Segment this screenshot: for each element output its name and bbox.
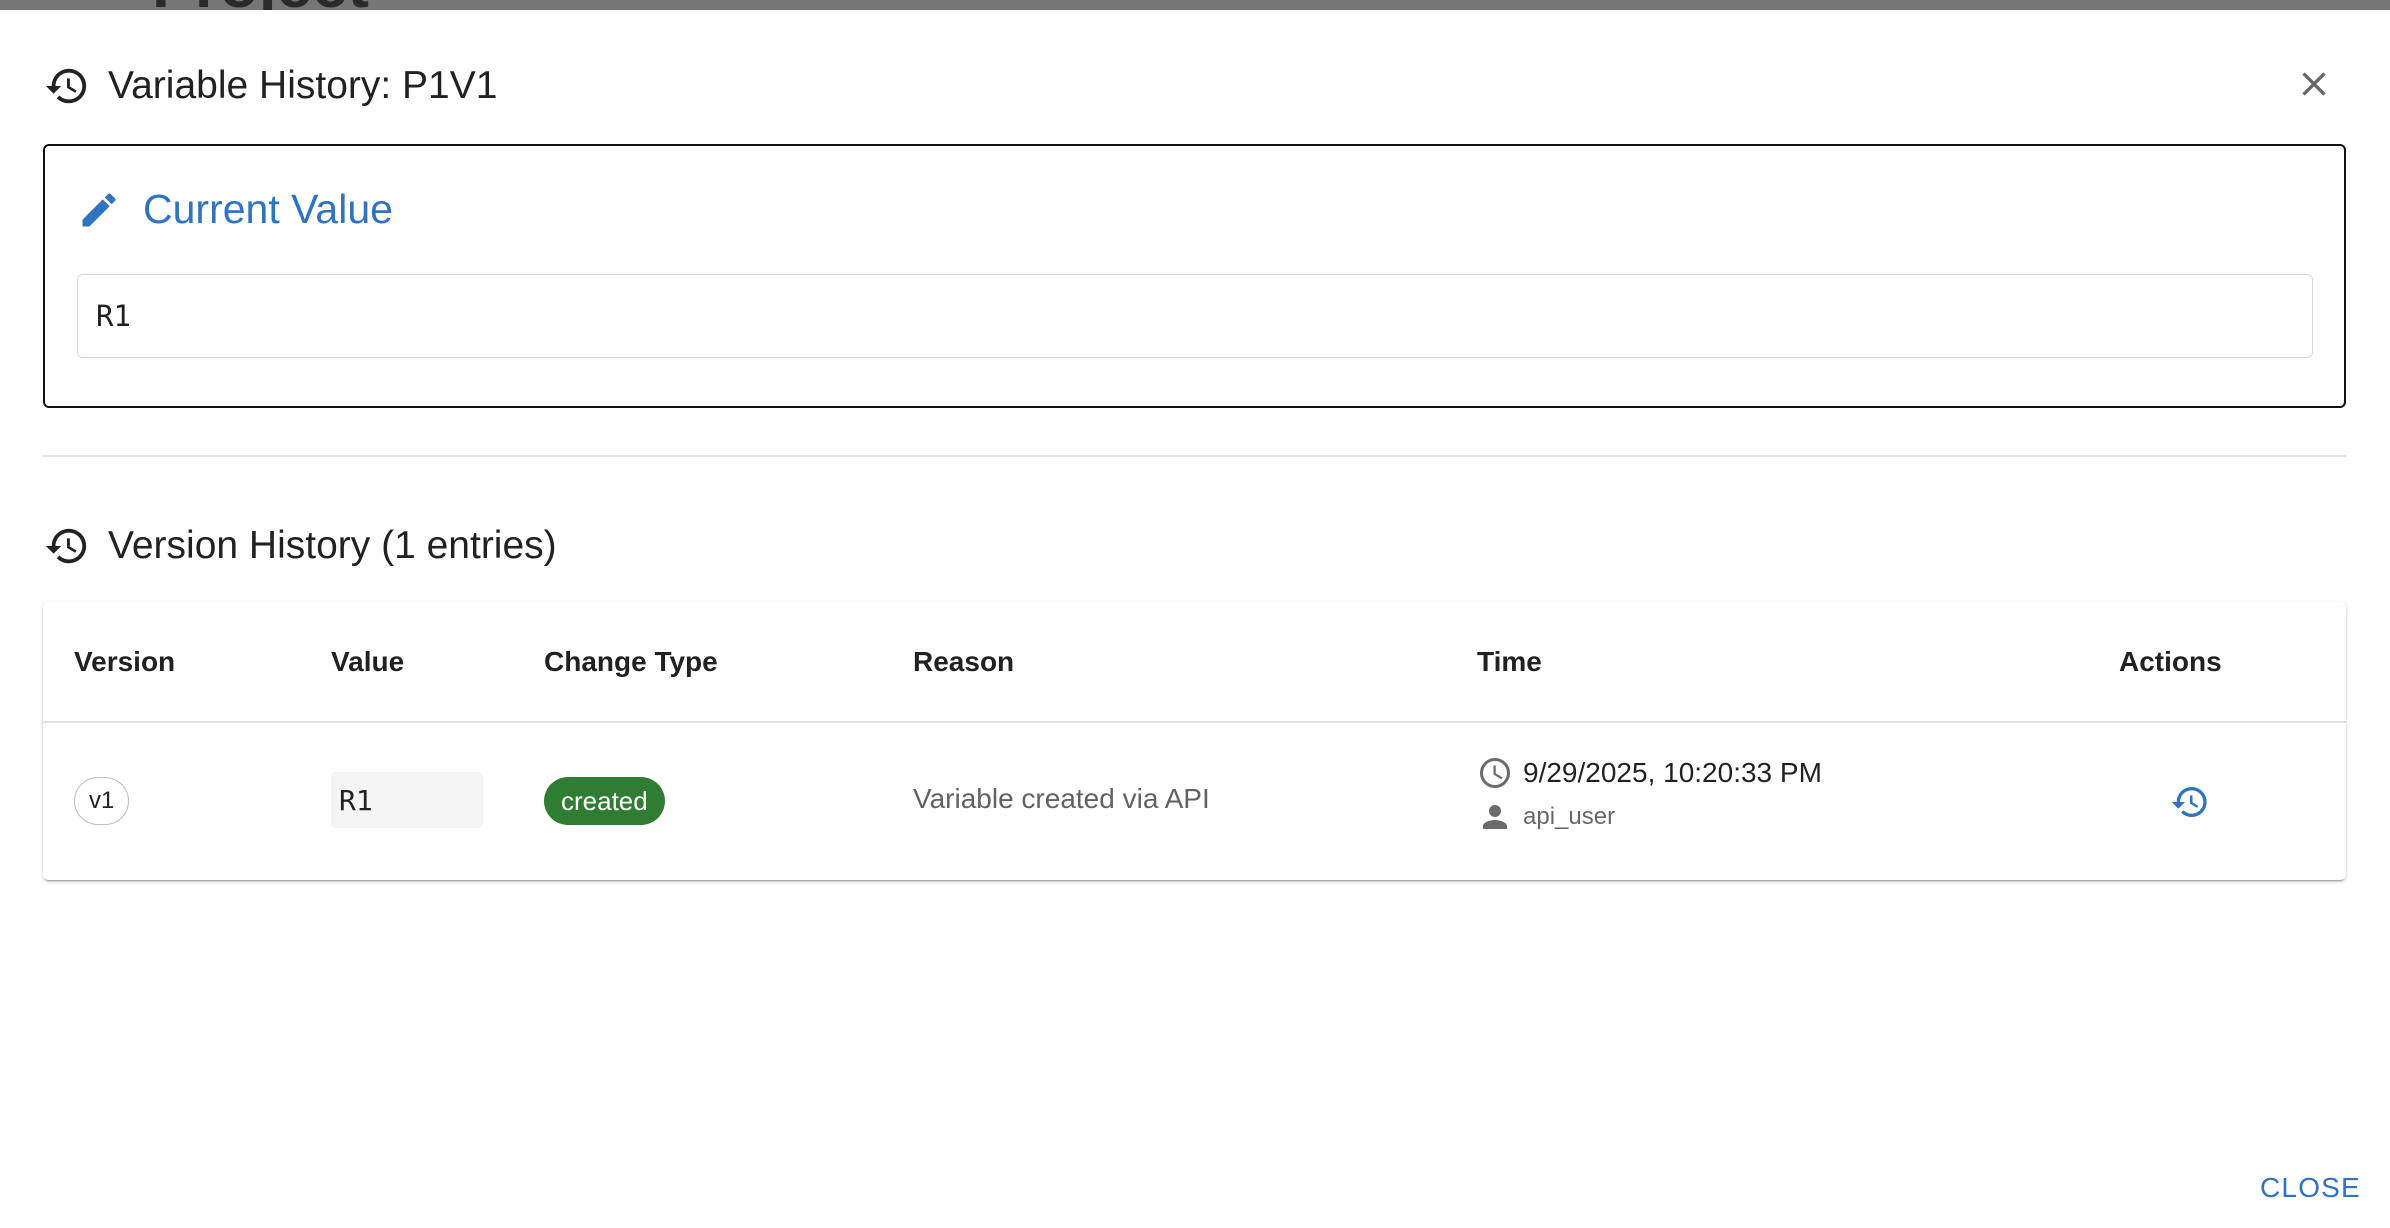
close-icon-button[interactable] bbox=[2288, 58, 2340, 110]
row-user-text: api_user bbox=[1523, 803, 1616, 830]
restore-version-button[interactable] bbox=[2163, 775, 2217, 829]
column-header-time: Time bbox=[1477, 646, 1542, 677]
column-header-version: Version bbox=[74, 646, 176, 677]
column-header-actions: Actions bbox=[2119, 646, 2222, 677]
change-type-chip: created bbox=[544, 777, 665, 825]
close-button[interactable]: CLOSE bbox=[2248, 1164, 2373, 1212]
person-icon bbox=[1477, 799, 1513, 835]
row-time-text: 9/29/2025, 10:20:33 PM bbox=[1523, 757, 1822, 788]
version-history-title: Version History (1 entries) bbox=[108, 524, 557, 567]
close-icon bbox=[2294, 64, 2334, 104]
column-header-change-type: Change Type bbox=[544, 646, 718, 677]
section-divider bbox=[43, 455, 2346, 457]
current-value-heading: Current Value bbox=[77, 186, 393, 233]
current-value-title: Current Value bbox=[143, 186, 393, 232]
table-row: v1 R1 created Variable created via API 9… bbox=[43, 725, 2346, 880]
version-chip: v1 bbox=[74, 777, 130, 825]
clock-icon bbox=[1477, 755, 1513, 791]
backdrop-page-title: Project bbox=[152, 0, 369, 10]
backdrop-strip: Project bbox=[0, 0, 2390, 10]
row-reason: Variable created via API bbox=[913, 783, 1210, 814]
table-header-row: Version Value Change Type Reason Time Ac… bbox=[43, 602, 2346, 723]
column-header-value: Value bbox=[331, 646, 405, 677]
row-user: api_user bbox=[1477, 799, 1615, 835]
history-icon bbox=[44, 523, 90, 569]
history-icon bbox=[44, 63, 90, 109]
current-value-input[interactable] bbox=[77, 274, 2313, 358]
column-header-reason: Reason bbox=[913, 646, 1015, 677]
dialog-header: Variable History: P1V1 bbox=[44, 54, 497, 118]
row-time: 9/29/2025, 10:20:33 PM bbox=[1477, 755, 1822, 791]
current-value-card: Current Value bbox=[43, 144, 2346, 408]
variable-history-dialog: Variable History: P1V1 Current Value Ver… bbox=[0, 10, 2390, 1228]
row-value: R1 bbox=[331, 772, 483, 828]
restore-history-icon bbox=[2170, 782, 2210, 822]
version-history-header: Version History (1 entries) bbox=[44, 514, 557, 578]
pencil-icon bbox=[77, 188, 121, 232]
dialog-title: Variable History: P1V1 bbox=[108, 64, 498, 107]
version-history-table: Version Value Change Type Reason Time Ac… bbox=[43, 602, 2346, 880]
